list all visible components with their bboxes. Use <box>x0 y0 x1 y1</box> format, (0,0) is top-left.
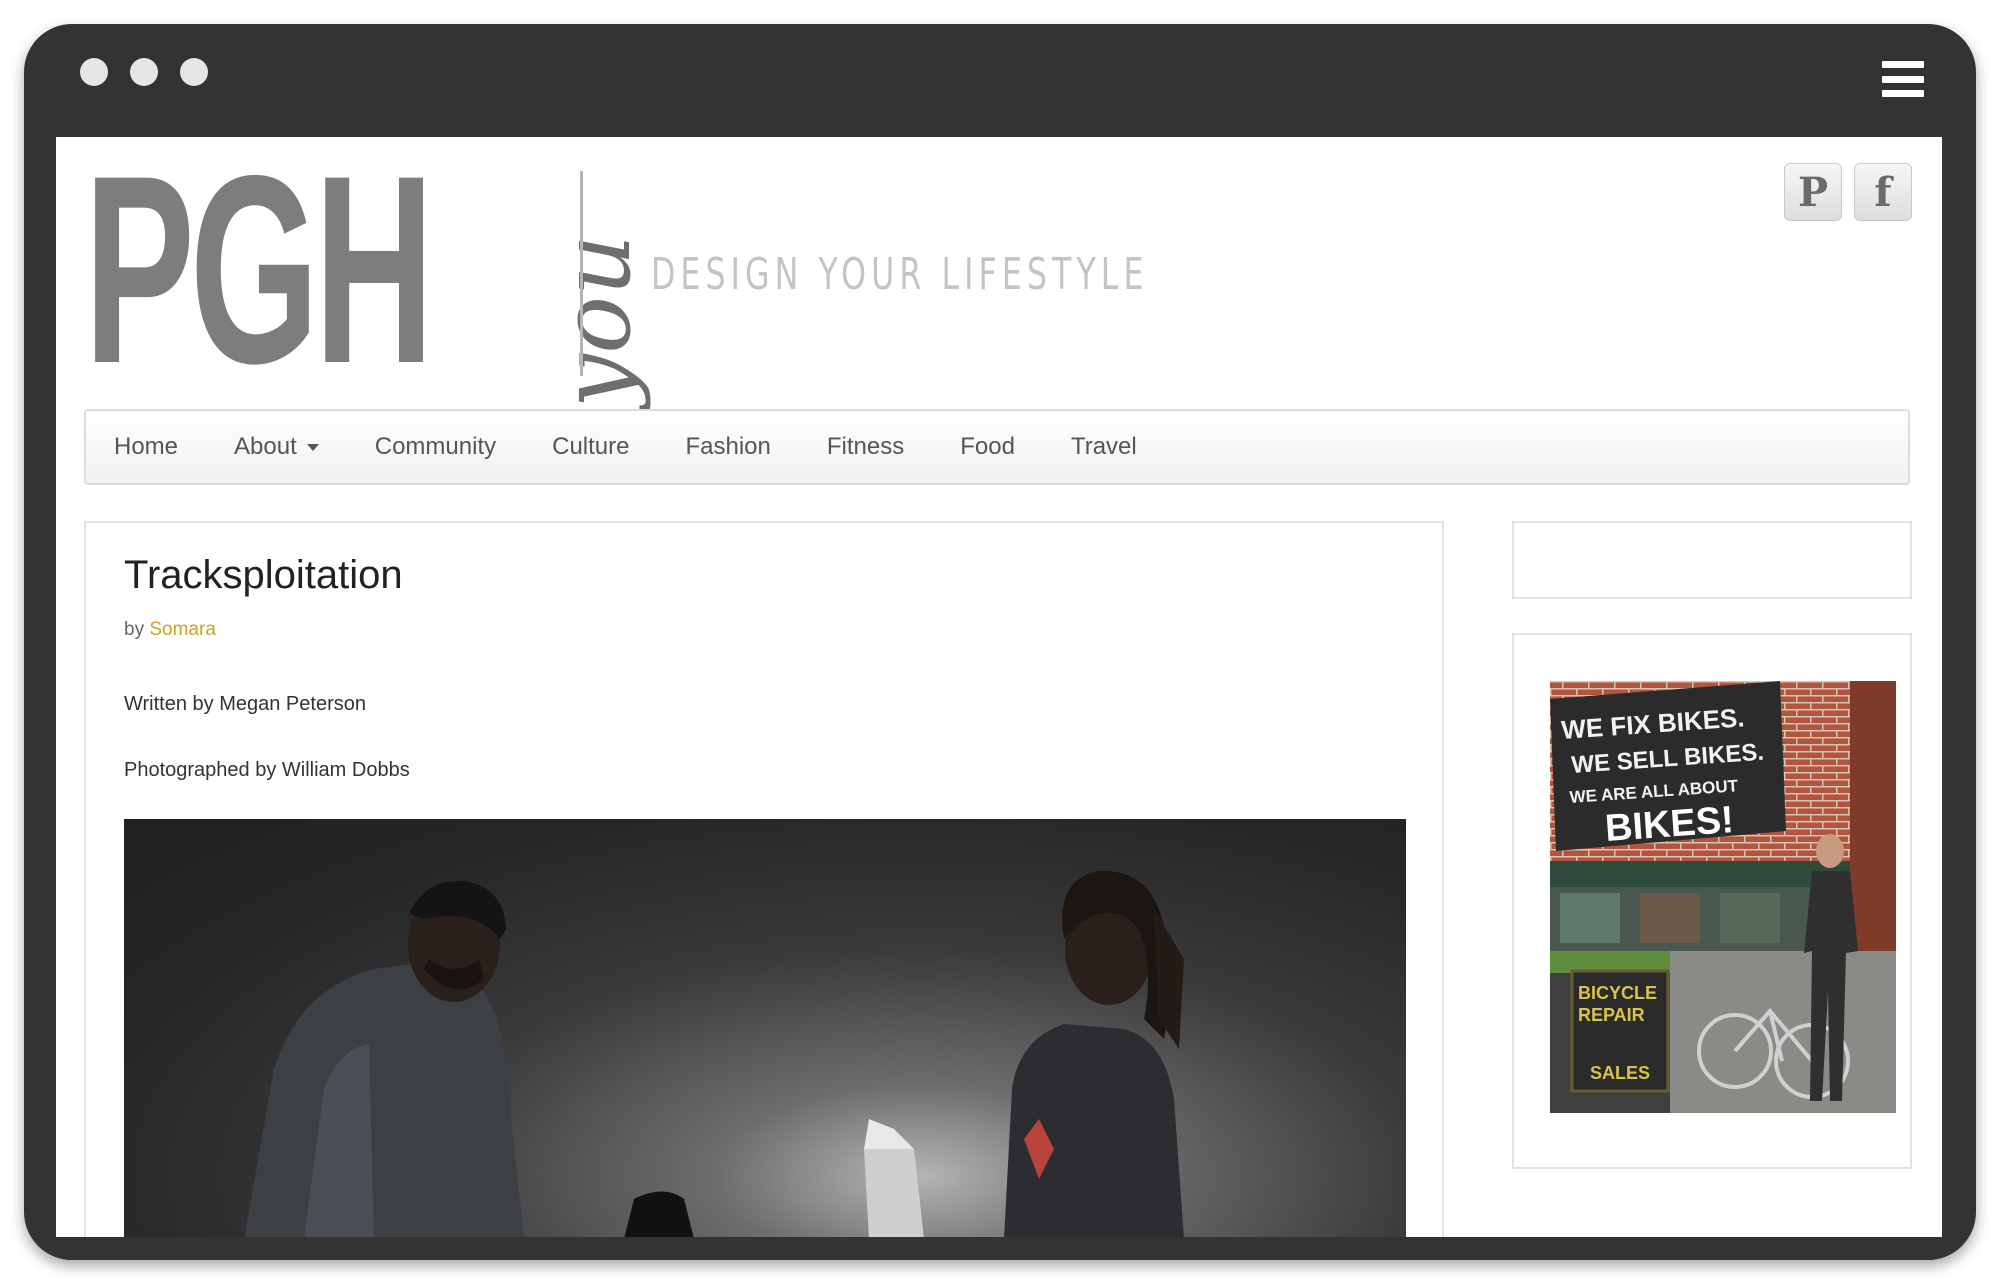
facebook-icon[interactable]: f <box>1854 163 1912 221</box>
nav-item-fashion[interactable]: Fashion <box>685 433 770 461</box>
logo-text: PGH <box>84 137 434 419</box>
web-page: PGH you DESIGN YOUR LIFESTYLE P f Home A… <box>56 137 1942 1237</box>
site-logo[interactable]: PGH you <box>84 137 652 408</box>
nav-item-label: Community <box>374 433 497 460</box>
sidebar-widget-ad: WE FIX BIKES. WE SELL BIKES. WE ARE ALL … <box>1512 633 1912 1169</box>
ad-sign1: BICYCLE <box>1578 983 1657 1003</box>
ad-sign2: REPAIR <box>1578 1005 1645 1025</box>
nav-item-label: Home <box>114 433 179 460</box>
byline-prefix: by <box>124 619 145 640</box>
nav-item-label: About <box>234 433 297 460</box>
nav-item-community[interactable]: Community <box>375 433 496 461</box>
article-photo <box>124 819 1406 1237</box>
written-by-text: Written by Megan Peterson <box>124 693 366 715</box>
window-dot-3[interactable] <box>180 58 208 86</box>
window-controls <box>80 58 208 86</box>
logo-divider <box>580 171 583 376</box>
nav-item-label: Culture <box>552 433 630 460</box>
bike-shop-ad[interactable]: WE FIX BIKES. WE SELL BIKES. WE ARE ALL … <box>1550 681 1896 1113</box>
hamburger-menu-icon[interactable] <box>1882 61 1924 97</box>
nav-item-label: Food <box>960 433 1015 460</box>
main-nav: Home About Community Culture Fashion Fit… <box>84 409 1910 485</box>
sidebar-widget-empty <box>1512 521 1912 599</box>
nav-item-about[interactable]: About <box>234 433 319 461</box>
ad-sign3: SALES <box>1590 1063 1650 1083</box>
author-link[interactable]: Somara <box>149 619 216 640</box>
nav-item-culture[interactable]: Culture <box>552 433 629 461</box>
window-dot-1[interactable] <box>80 58 108 86</box>
site-tagline: DESIGN YOUR LIFESTYLE <box>651 249 1149 300</box>
nav-item-home[interactable]: Home <box>114 433 178 461</box>
post-title[interactable]: Tracksploitation <box>124 553 403 598</box>
post-byline: by Somara <box>124 619 216 641</box>
bike-shop-ad-image: WE FIX BIKES. WE SELL BIKES. WE ARE ALL … <box>1550 681 1896 1113</box>
nav-item-label: Fashion <box>685 433 771 460</box>
ad-line4: BIKES! <box>1604 799 1735 850</box>
nav-item-travel[interactable]: Travel <box>1071 433 1137 461</box>
nav-item-fitness[interactable]: Fitness <box>827 433 904 461</box>
pinterest-icon[interactable]: P <box>1784 163 1842 221</box>
article-panel: Tracksploitation by Somara Written by Me… <box>84 521 1444 1237</box>
nav-item-food[interactable]: Food <box>960 433 1015 461</box>
caret-down-icon <box>306 443 319 451</box>
article-photo-illustration <box>244 870 1184 1237</box>
nav-item-label: Fitness <box>826 433 905 460</box>
window-dot-2[interactable] <box>130 58 158 86</box>
nav-item-label: Travel <box>1070 433 1137 460</box>
browser-frame: PGH you DESIGN YOUR LIFESTYLE P f Home A… <box>24 24 1976 1260</box>
social-links: P f <box>1784 163 1912 221</box>
photographed-by-text: Photographed by William Dobbs <box>124 759 410 781</box>
logo-script: you <box>540 234 652 408</box>
